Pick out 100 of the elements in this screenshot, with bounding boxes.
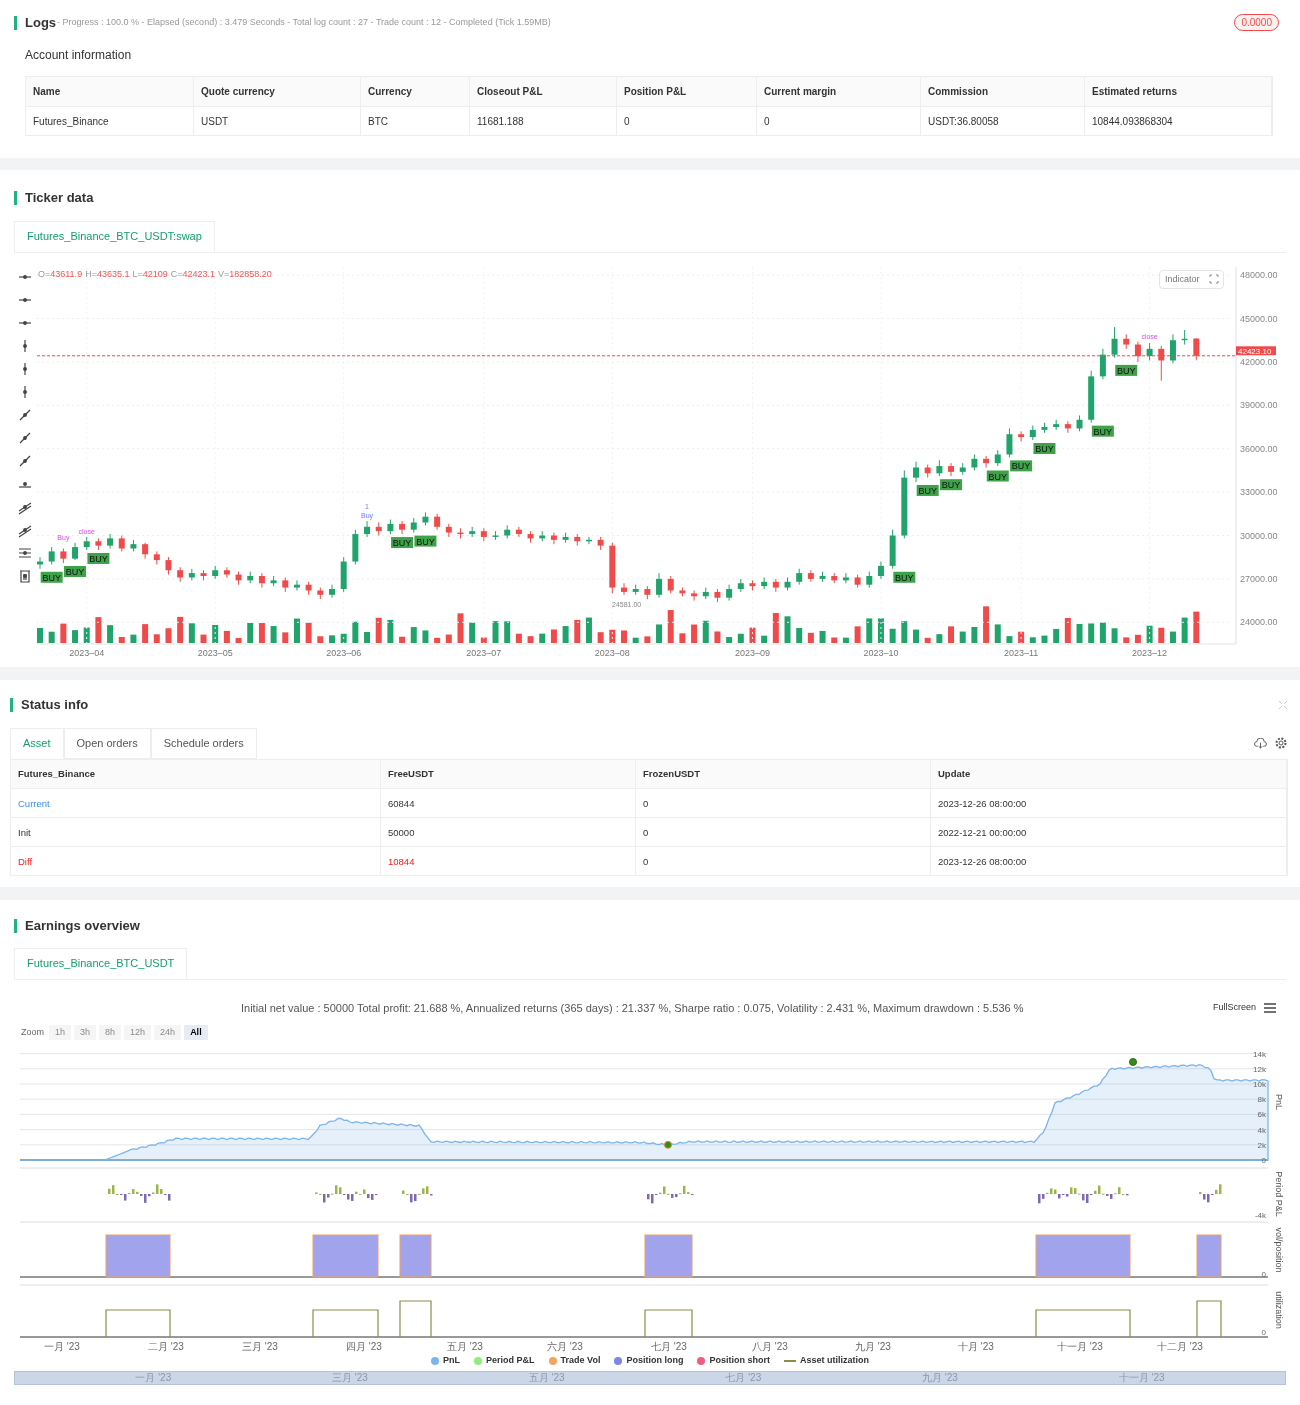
section-title: Ticker data (25, 189, 94, 207)
buy-label: BUY (893, 571, 916, 583)
table-cell: 10844.093868304 (1085, 106, 1272, 135)
table-cell: 0 (617, 106, 757, 135)
axis-title: PnL (1274, 1094, 1284, 1110)
axis-label: 0 (1261, 1270, 1266, 1279)
axis-label: 24000.00 (1240, 616, 1278, 627)
axis-label: 45000.00 (1240, 313, 1278, 323)
axis-label: 33000.00 (1240, 486, 1278, 497)
axis-label: 九月 '23 (855, 1341, 891, 1352)
axis-label: 14k (1253, 1049, 1266, 1059)
buy-label: BUY (940, 478, 963, 490)
table-cell: 2022-12-21 00:00:00 (931, 817, 1287, 846)
table-cell: 0 (636, 817, 931, 846)
axis-label: 30000.00 (1240, 530, 1278, 540)
axis-label: 48000.00 (1240, 269, 1278, 280)
table-cell: 0 (636, 846, 931, 875)
table-cell: Current (11, 788, 381, 817)
axis-label: 27000.00 (1240, 573, 1278, 584)
tab[interactable]: Futures_Binance_BTC_USDT:swap (14, 220, 215, 252)
column-header: Futures_Binance (11, 759, 381, 788)
ohlc-value: 42423.1 (182, 267, 216, 281)
ohlc-label: O= (38, 267, 51, 281)
axis-title: utilization (1274, 1291, 1284, 1329)
axis-title: vol/position (1274, 1227, 1284, 1273)
legend-label[interactable]: Position long (626, 1354, 684, 1368)
axis-label: 0 (1261, 1328, 1266, 1337)
ref-line-label: 42423.10 (1238, 346, 1272, 356)
table-cell: Futures_Binance (26, 106, 194, 135)
table-cell: 0 (636, 788, 931, 817)
axis-label: -4k (1254, 1211, 1266, 1220)
ohlc-label: V= (218, 267, 230, 281)
ohlc-value: 43611.9 (50, 267, 83, 281)
table-cell: Init (11, 817, 381, 846)
ohlc-label: L= (132, 267, 143, 281)
ohlc-value: 182858.20 (229, 267, 272, 281)
column-header: Estimated returns (1085, 76, 1272, 106)
tab[interactable]: Asset (10, 727, 64, 759)
axis-label: 二月 '23 (148, 1341, 184, 1352)
axis-label: 2023–05 (197, 647, 233, 658)
ohlc-label: H= (85, 267, 97, 281)
tab[interactable]: Open orders (63, 727, 151, 759)
axis-label: 0 (1261, 1156, 1266, 1165)
column-header: Name (26, 76, 194, 106)
table-cell: 10844 (381, 846, 636, 875)
axis-label: 2023–06 (326, 647, 362, 658)
column-header: Position P&L (617, 76, 757, 106)
axis-label: 2k (1257, 1140, 1266, 1150)
axis-label: 42000.00 (1240, 356, 1278, 367)
axis-label: 2023–08 (594, 647, 630, 658)
axis-label: 三月 '23 (242, 1341, 278, 1352)
axis-label: 五月 '23 (447, 1341, 483, 1352)
buy-label: BUY (1115, 364, 1138, 376)
axis-label: 四月 '23 (346, 1341, 382, 1352)
table-cell: BTC (361, 106, 470, 135)
axis-label: 一月 '23 (44, 1341, 80, 1352)
column-header: FrozenUSDT (636, 759, 931, 788)
axis-label: 6k (1257, 1110, 1266, 1120)
axis-label: 8k (1257, 1095, 1266, 1105)
axis-label: 4k (1257, 1125, 1266, 1135)
axis-label: 六月 '23 (547, 1341, 583, 1352)
buy-label: BUY (916, 484, 939, 496)
table-cell: 2023-12-26 08:00:00 (931, 788, 1287, 817)
column-header: Closeout P&L (470, 76, 617, 106)
ohlc-label: C= (170, 267, 183, 281)
legend-label[interactable]: Trade Vol (560, 1354, 601, 1368)
axis-label: 2023–07 (466, 647, 502, 658)
table-cell: Diff (11, 846, 381, 875)
axis-label: 39000.00 (1240, 399, 1278, 410)
tab[interactable]: Futures_Binance_BTC_USDT (14, 947, 188, 979)
column-header: Commission (921, 76, 1085, 106)
column-header: FreeUSDT (381, 759, 636, 788)
legend-label[interactable]: Position short (709, 1354, 770, 1368)
axis-title: Period P&L (1274, 1171, 1284, 1217)
axis-label: 10k (1253, 1080, 1266, 1089)
tab[interactable]: Schedule orders (150, 727, 257, 759)
axis-label: 十二月 '23 (1157, 1341, 1203, 1352)
buy-label: BUY (414, 535, 437, 547)
summary-text: Initial net value : 50000 Total profit: 21.688 %, Annualized returns (365 days) : 21.337 %, Sharpe ratio : 0.075, Volatility : 2.431 %, Maximum drawdown : 5.536 % (241, 1000, 1024, 1016)
buy-label: BUY (986, 470, 1009, 481)
table-cell: USDT (194, 106, 361, 135)
axis-label: 八月 '23 (752, 1341, 788, 1352)
fullscreen-label[interactable]: FullScreen (1212, 1001, 1256, 1015)
zoom-button[interactable]: All (184, 1025, 208, 1040)
legend-label[interactable]: PnL (443, 1354, 461, 1368)
axis-label: 十月 '23 (958, 1341, 994, 1352)
indicator-button[interactable]: Indicator (1160, 270, 1205, 288)
legend-label[interactable]: Period P&L (486, 1354, 535, 1368)
table-cell: 0 (757, 106, 921, 135)
axis-label: 2023–09 (734, 647, 770, 658)
buy-label: BUY (1091, 425, 1114, 437)
table-cell: USDT:36.80058 (921, 106, 1085, 135)
table-cell: 2023-12-26 08:00:00 (931, 846, 1287, 875)
table-cell: 60844 (381, 788, 636, 817)
axis-label: 2023–04 (69, 647, 105, 658)
section-title: Status info (21, 696, 89, 714)
legend-label[interactable]: Asset utilization (799, 1354, 869, 1368)
column-header: Current margin (757, 76, 921, 106)
buy-label: BUY (1033, 442, 1056, 454)
table-cell: 50000 (381, 817, 636, 846)
